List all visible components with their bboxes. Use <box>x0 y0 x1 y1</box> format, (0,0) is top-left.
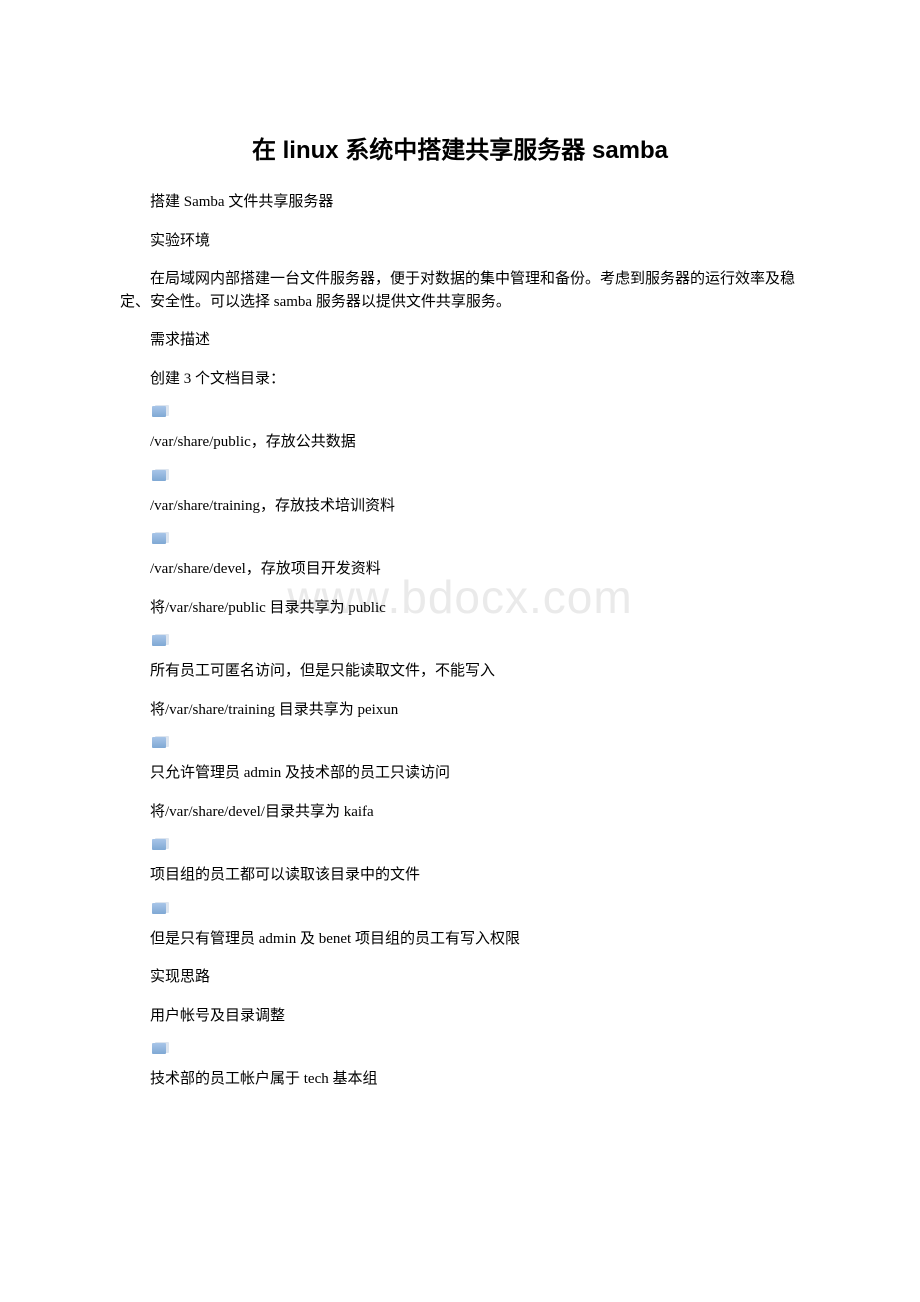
paragraph: 实验环境 <box>120 230 800 253</box>
bullet-icon <box>152 737 166 748</box>
paragraph: 将/var/share/public 目录共享为 public <box>120 597 800 620</box>
bullet-icon <box>152 533 166 544</box>
bullet-icon <box>152 470 166 481</box>
paragraph: 只允许管理员 admin 及技术部的员工只读访问 <box>150 762 800 785</box>
paragraph: 在局域网内部搭建一台文件服务器，便于对数据的集中管理和备份。考虑到服务器的运行效… <box>120 268 800 313</box>
paragraph: 用户帐号及目录调整 <box>120 1005 800 1028</box>
paragraph: 创建 3 个文档目录： <box>120 368 800 391</box>
bullet-icon <box>152 903 166 914</box>
paragraph: 将/var/share/devel/目录共享为 kaifa <box>120 801 800 824</box>
document-content: 在 linux 系统中搭建共享服务器 samba 搭建 Samba 文件共享服务… <box>120 130 800 1091</box>
paragraph: 技术部的员工帐户属于 tech 基本组 <box>150 1068 800 1091</box>
paragraph: /var/share/public，存放公共数据 <box>150 431 800 454</box>
bullet-icon <box>152 1043 166 1054</box>
paragraph: 实现思路 <box>120 966 800 989</box>
paragraph: /var/share/training，存放技术培训资料 <box>150 495 800 518</box>
paragraph: 需求描述 <box>120 329 800 352</box>
paragraph: 但是只有管理员 admin 及 benet 项目组的员工有写入权限 <box>150 928 800 951</box>
paragraph: 所有员工可匿名访问，但是只能读取文件，不能写入 <box>150 660 800 683</box>
paragraph: 项目组的员工都可以读取该目录中的文件 <box>150 864 800 887</box>
bullet-icon <box>152 635 166 646</box>
bullet-icon <box>152 839 166 850</box>
paragraph: /var/share/devel，存放项目开发资料 <box>150 558 800 581</box>
document-title: 在 linux 系统中搭建共享服务器 samba <box>120 130 800 165</box>
bullet-icon <box>152 406 166 417</box>
paragraph: 将/var/share/training 目录共享为 peixun <box>120 699 800 722</box>
paragraph: 搭建 Samba 文件共享服务器 <box>120 191 800 214</box>
document-body: 搭建 Samba 文件共享服务器实验环境在局域网内部搭建一台文件服务器，便于对数… <box>120 191 800 1091</box>
